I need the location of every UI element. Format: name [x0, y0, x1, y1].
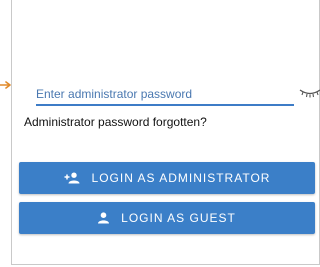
password-field: [36, 84, 296, 106]
login-administrator-label: LOGIN AS ADMINISTRATOR: [91, 171, 271, 185]
login-guest-label: LOGIN AS GUEST: [121, 211, 236, 225]
forgot-password-link[interactable]: Administrator password forgotten?: [24, 115, 207, 129]
login-administrator-button[interactable]: LOGIN AS ADMINISTRATOR: [19, 162, 315, 194]
person-icon: [98, 212, 110, 224]
password-input[interactable]: [36, 84, 294, 106]
admin-person-icon: [64, 172, 80, 184]
arrow-right-icon: [0, 81, 11, 89]
eye-closed-icon[interactable]: [299, 87, 320, 99]
login-guest-button[interactable]: LOGIN AS GUEST: [19, 202, 315, 234]
